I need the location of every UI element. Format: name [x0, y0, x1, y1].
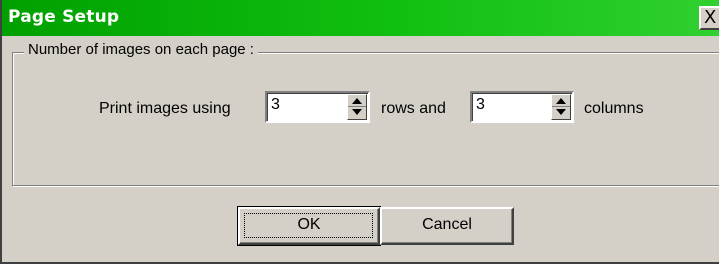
group-label: Number of images on each page : — [24, 41, 258, 58]
close-button[interactable]: X — [699, 6, 719, 30]
arrow-up-icon[interactable] — [352, 98, 362, 104]
rows-spin-buttons[interactable] — [347, 94, 367, 120]
title-bar: Page Setup X — [2, 0, 719, 36]
spin-divider — [348, 106, 366, 107]
print-images-label: Print images using — [99, 100, 231, 117]
spin-divider — [552, 106, 570, 107]
columns-spinner[interactable]: 3 — [470, 91, 574, 123]
rows-spinner[interactable]: 3 — [265, 91, 370, 123]
window-title: Page Setup — [8, 7, 120, 27]
close-icon: X — [704, 7, 717, 28]
columns-value[interactable]: 3 — [476, 96, 485, 114]
rows-and-label: rows and — [381, 100, 446, 117]
rows-value[interactable]: 3 — [271, 96, 280, 114]
arrow-down-icon[interactable] — [352, 109, 362, 115]
ok-button[interactable]: OK — [237, 206, 381, 246]
columns-label: columns — [584, 100, 644, 117]
page-setup-dialog: Page Setup X Number of images on each pa… — [0, 0, 719, 264]
cancel-button[interactable]: Cancel — [380, 207, 514, 245]
columns-spin-buttons[interactable] — [551, 94, 571, 120]
arrow-down-icon[interactable] — [556, 109, 566, 115]
ok-button-label: OK — [297, 216, 321, 233]
cancel-button-label: Cancel — [422, 216, 472, 233]
arrow-up-icon[interactable] — [556, 98, 566, 104]
